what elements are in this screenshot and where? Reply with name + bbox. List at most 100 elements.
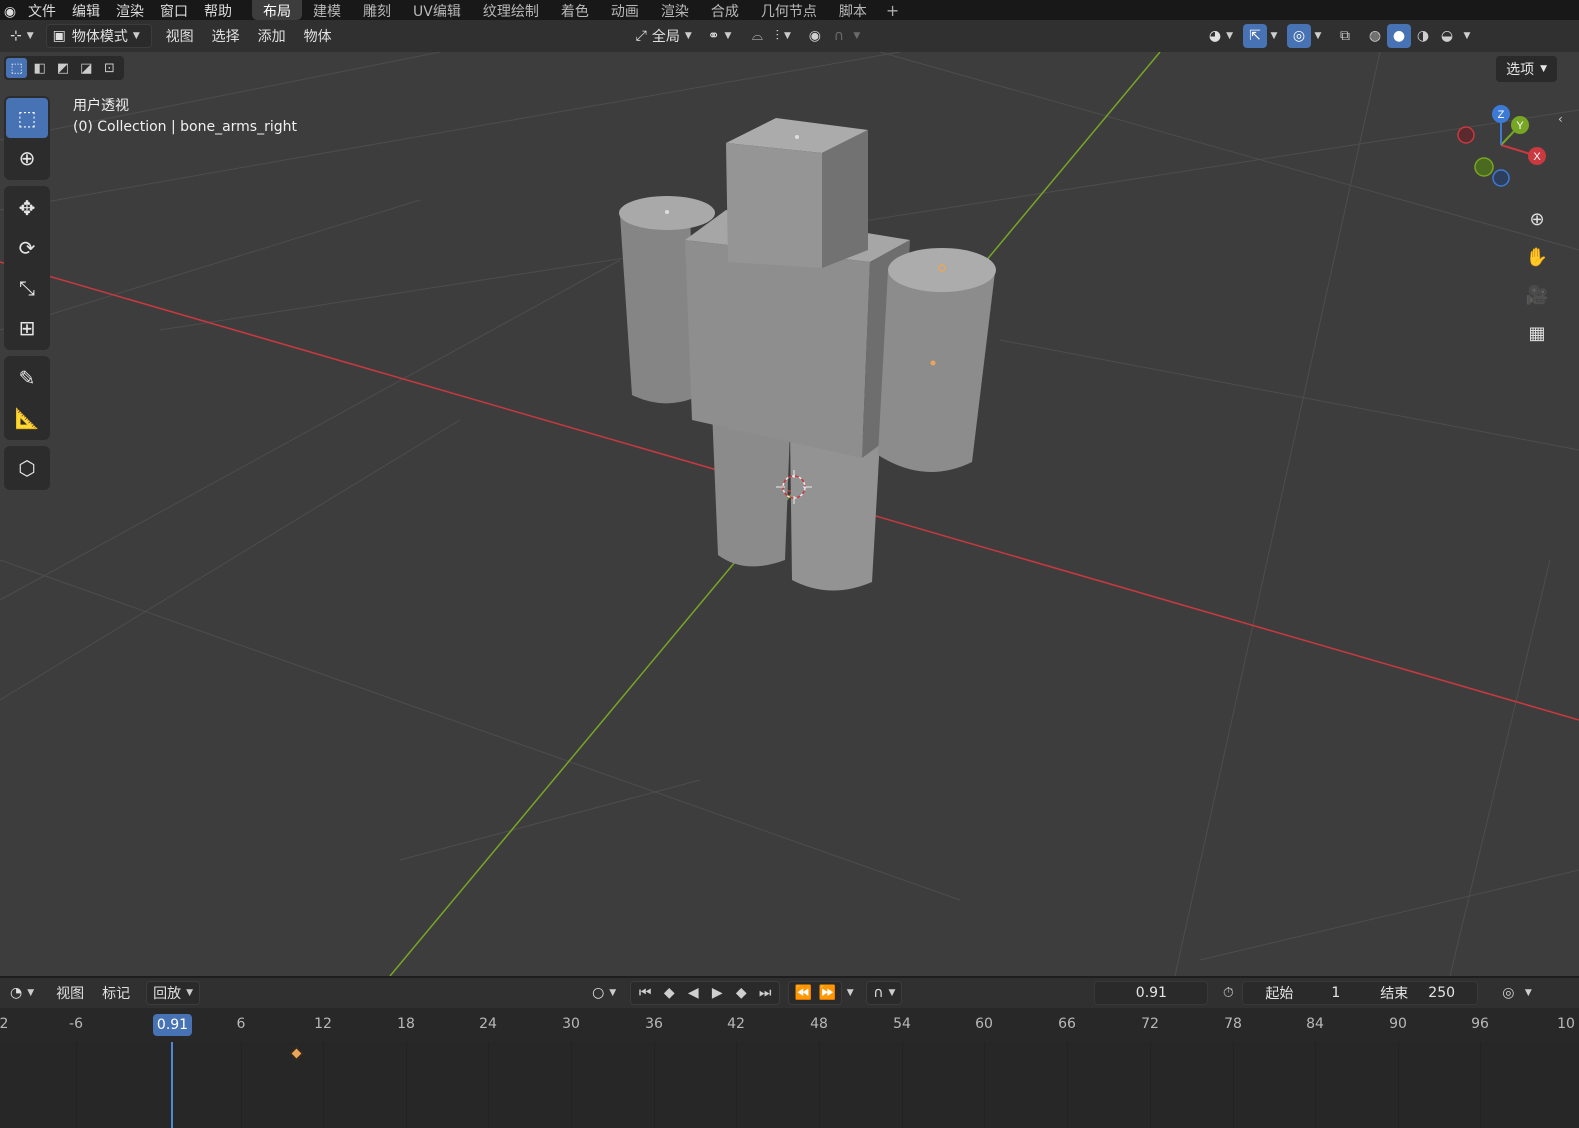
jump-end-icon[interactable]: ⏭ bbox=[753, 981, 777, 1005]
menu-select[interactable]: 选择 bbox=[206, 24, 246, 48]
tab-sculpting[interactable]: 雕刻 bbox=[352, 0, 402, 20]
editor-type-button[interactable]: ⊹ ▼ bbox=[4, 24, 40, 48]
menu-window[interactable]: 窗口 bbox=[152, 0, 196, 20]
current-frame-field[interactable]: 0.91 bbox=[1094, 981, 1209, 1005]
gizmo-z-label[interactable]: Z bbox=[1498, 109, 1505, 121]
tab-uv-editing[interactable]: UV编辑 bbox=[402, 0, 472, 20]
tool-group-select: ⬚ ⊕ bbox=[4, 96, 50, 180]
3d-viewport[interactable]: X Y Z ⬚ ◧ ◩ ◪ ⊡ ⬚ ⊕ ✥ ⟳ ⤡ ⊞ ✎ 📐 ⬡ 用户透视 (… bbox=[0, 52, 1579, 976]
menu-edit[interactable]: 编辑 bbox=[64, 0, 108, 20]
ruler-tick: 60 bbox=[975, 1016, 993, 1032]
current-frame-indicator[interactable]: 0.91 bbox=[153, 1014, 192, 1036]
chevron-down-icon[interactable]: ▼ bbox=[842, 981, 858, 1005]
menu-view[interactable]: 视图 bbox=[160, 24, 200, 48]
chevron-down-icon[interactable]: ▼ bbox=[1311, 24, 1325, 48]
tab-layout[interactable]: 布局 bbox=[252, 0, 302, 20]
zoom-icon[interactable]: ⊕ bbox=[1522, 204, 1552, 234]
playback-dropdown[interactable]: 回放 ▼ bbox=[146, 981, 201, 1005]
timeline-editor-type-button[interactable]: ◔ ▼ bbox=[4, 981, 40, 1005]
select-extend-icon[interactable]: ◧ bbox=[29, 58, 50, 78]
tab-texture-paint[interactable]: 纹理绘制 bbox=[472, 0, 550, 20]
sidebar-collapse-icon[interactable]: ‹ bbox=[1558, 112, 1563, 126]
cursor-tool-icon[interactable]: ⊕ bbox=[6, 138, 48, 178]
add-cube-tool-icon[interactable]: ⬡ bbox=[6, 448, 48, 488]
step-forward-icon[interactable]: ⏩ bbox=[815, 981, 839, 1005]
pivot-point-dropdown[interactable]: ⚭ ▼ bbox=[702, 24, 738, 48]
robot-model[interactable] bbox=[619, 118, 996, 591]
tab-scripting[interactable]: 脚本 bbox=[828, 0, 878, 20]
gizmo-toggle-icon[interactable]: ⇱ bbox=[1243, 24, 1267, 48]
grid-line bbox=[819, 1042, 820, 1128]
xray-toggle-icon[interactable]: ⧉ bbox=[1333, 24, 1357, 48]
scene-canvas[interactable]: X Y Z bbox=[0, 52, 1579, 976]
stopwatch-icon[interactable]: ⏱ bbox=[1216, 981, 1240, 1005]
blender-logo-icon[interactable]: ◉ bbox=[0, 0, 20, 20]
pan-hand-icon[interactable]: ✋ bbox=[1522, 242, 1552, 272]
transform-tool-icon[interactable]: ⊞ bbox=[6, 308, 48, 348]
select-box-icon[interactable]: ⬚ bbox=[6, 98, 48, 138]
prev-keyframe-icon[interactable]: ◆ bbox=[657, 981, 681, 1005]
menu-file[interactable]: 文件 bbox=[20, 0, 64, 20]
annotate-tool-icon[interactable]: ✎ bbox=[6, 358, 48, 398]
snap-target-dropdown[interactable]: ⫶ ▼ bbox=[769, 24, 796, 48]
mode-dropdown[interactable]: ▣ 物体模式 ▼ bbox=[45, 24, 152, 48]
tab-animation[interactable]: 动画 bbox=[600, 0, 650, 20]
start-value[interactable]: 1 bbox=[1331, 985, 1340, 1001]
select-subtract-icon[interactable]: ◩ bbox=[52, 58, 73, 78]
tab-shading[interactable]: 着色 bbox=[550, 0, 600, 20]
select-intersect-icon[interactable]: ⊡ bbox=[99, 58, 120, 78]
chevron-down-icon[interactable]: ▼ bbox=[1267, 24, 1281, 48]
select-invert-icon[interactable]: ◪ bbox=[76, 58, 97, 78]
falloff-curve-icon[interactable]: ∩ bbox=[827, 24, 851, 48]
navigation-buttons: ⊕ ✋ 🎥 ▦ bbox=[1522, 204, 1552, 356]
proportional-edit-icon[interactable]: ◉ bbox=[803, 24, 827, 48]
ortho-grid-icon[interactable]: ▦ bbox=[1522, 318, 1552, 348]
chevron-down-icon[interactable]: ▼ bbox=[851, 24, 863, 48]
viewport-header: ⊹ ▼ ▣ 物体模式 ▼ 视图 选择 添加 物体 ⤢ 全局 ▼ ⚭ ▼ ⌓ ⫶ ▼ ◉… bbox=[0, 20, 1579, 52]
play-reverse-icon[interactable]: ◀ bbox=[681, 981, 705, 1005]
menu-object[interactable]: 物体 bbox=[298, 24, 338, 48]
end-value[interactable]: 250 bbox=[1428, 985, 1455, 1001]
transform-orientation-dropdown[interactable]: ⤢ 全局 ▼ bbox=[630, 24, 698, 48]
timeline-body[interactable] bbox=[0, 1042, 1579, 1128]
wireframe-shading-icon[interactable]: ◍ bbox=[1363, 24, 1387, 48]
menu-add[interactable]: 添加 bbox=[252, 24, 292, 48]
menu-render[interactable]: 渲染 bbox=[108, 0, 152, 20]
menu-help[interactable]: 帮助 bbox=[196, 0, 240, 20]
chevron-down-icon[interactable]: ▼ bbox=[1520, 981, 1536, 1005]
visibility-dropdown[interactable]: ◕ ▼ bbox=[1203, 24, 1239, 48]
ruler-tick: 48 bbox=[810, 1016, 828, 1032]
tab-compositing[interactable]: 合成 bbox=[700, 0, 750, 20]
measure-tool-icon[interactable]: 📐 bbox=[6, 398, 48, 438]
options-dropdown[interactable]: 选项 ▼ bbox=[1496, 56, 1557, 82]
timeline-overlay-icon[interactable]: ◎ bbox=[1496, 981, 1520, 1005]
select-new-icon[interactable]: ⬚ bbox=[6, 58, 28, 78]
scale-tool-icon[interactable]: ⤡ bbox=[6, 268, 48, 308]
auto-keying-toggle[interactable]: ○ ▼ bbox=[586, 981, 622, 1005]
tab-modeling[interactable]: 建模 bbox=[302, 0, 352, 20]
solid-shading-icon[interactable]: ● bbox=[1387, 24, 1411, 48]
play-icon[interactable]: ▶ bbox=[705, 981, 729, 1005]
next-keyframe-icon[interactable]: ◆ bbox=[729, 981, 753, 1005]
add-workspace-button[interactable]: + bbox=[878, 0, 907, 20]
timeline-ruler[interactable]: 2 -6 6 12 18 24 30 36 42 48 54 60 66 72 … bbox=[0, 1008, 1579, 1042]
step-back-icon[interactable]: ⏪ bbox=[791, 981, 815, 1005]
move-tool-icon[interactable]: ✥ bbox=[6, 188, 48, 228]
tab-geometry-nodes[interactable]: 几何节点 bbox=[750, 0, 828, 20]
chevron-down-icon[interactable]: ▼ bbox=[1459, 24, 1475, 48]
tab-rendering[interactable]: 渲染 bbox=[650, 0, 700, 20]
keying-dropdown[interactable]: ∩ ▼ bbox=[866, 981, 903, 1005]
keyframe-marker[interactable] bbox=[290, 1047, 303, 1060]
snap-toggle-icon[interactable]: ⌓ bbox=[745, 24, 769, 48]
timeline-menu-view[interactable]: 视图 bbox=[50, 981, 90, 1005]
rendered-shading-icon[interactable]: ◒ bbox=[1435, 24, 1459, 48]
material-shading-icon[interactable]: ◑ bbox=[1411, 24, 1435, 48]
playhead-line[interactable] bbox=[171, 1042, 173, 1128]
rotate-tool-icon[interactable]: ⟳ bbox=[6, 228, 48, 268]
gizmo-y-label[interactable]: Y bbox=[1516, 120, 1524, 132]
jump-start-icon[interactable]: ⏮ bbox=[633, 981, 657, 1005]
gizmo-x-label[interactable]: X bbox=[1533, 151, 1541, 163]
overlay-toggle-icon[interactable]: ◎ bbox=[1287, 24, 1311, 48]
camera-view-icon[interactable]: 🎥 bbox=[1522, 280, 1552, 310]
timeline-menu-marker[interactable]: 标记 bbox=[96, 981, 136, 1005]
